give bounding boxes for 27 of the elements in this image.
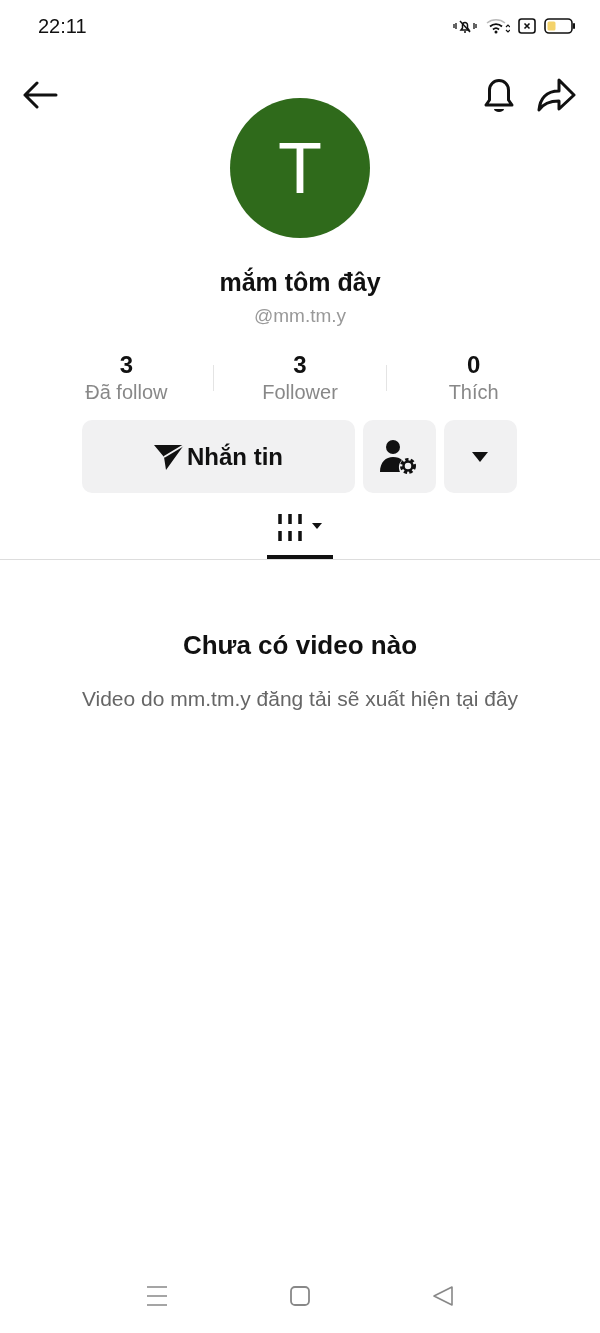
profile-handle: @mm.tm.y bbox=[253, 305, 347, 327]
stat-label[interactable]: Đã follow bbox=[85, 381, 168, 404]
stat-value: 3 bbox=[119, 351, 133, 379]
sim-icon bbox=[518, 18, 536, 34]
grid-icon bbox=[276, 513, 324, 543]
stat-value: 0 bbox=[467, 351, 481, 379]
stat-value: 3 bbox=[293, 351, 307, 379]
user-gear-icon bbox=[380, 438, 418, 475]
message-button[interactable]: Nhắn tin bbox=[81, 420, 355, 493]
empty-title: Chưa có video nào bbox=[182, 630, 418, 661]
avatar: T bbox=[230, 98, 370, 238]
muted-bell-icon bbox=[452, 18, 478, 34]
stat-label[interactable]: Follower bbox=[262, 381, 338, 404]
empty-description: Video do mm.tm.y đăng tải sẽ xuất hiện tại đây bbox=[81, 686, 519, 712]
user-settings-button[interactable] bbox=[362, 420, 436, 493]
send-icon bbox=[153, 442, 185, 471]
status-time: 22:11 bbox=[38, 14, 87, 38]
share-arrow-icon[interactable] bbox=[536, 77, 576, 113]
bell-icon[interactable] bbox=[482, 76, 516, 114]
wifi-icon bbox=[486, 18, 510, 34]
stat-label[interactable]: Thích bbox=[448, 381, 499, 404]
profile-name: mắm tôm đây bbox=[219, 268, 381, 297]
back-triangle-icon[interactable] bbox=[432, 1285, 454, 1307]
back-arrow-icon[interactable] bbox=[22, 81, 58, 109]
home-square-icon[interactable] bbox=[289, 1285, 311, 1307]
battery-icon bbox=[544, 18, 576, 34]
caret-icon bbox=[472, 451, 488, 462]
